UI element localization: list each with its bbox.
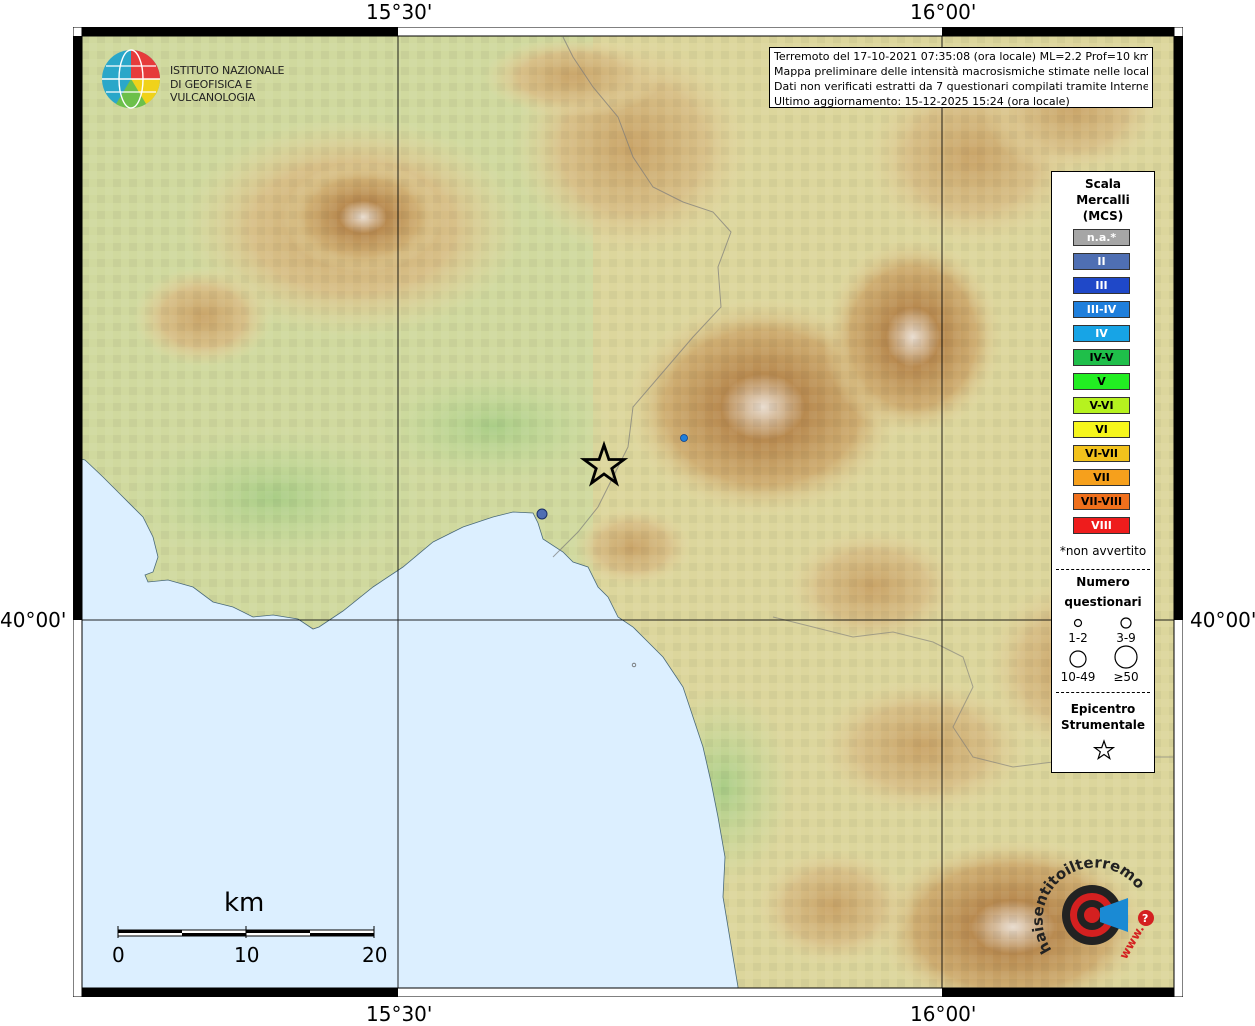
info-line-map: Mappa preliminare delle intensità macros… [774,65,1148,78]
questionnaires-title-line2: questionari [1064,595,1142,609]
scale-bar: km 0 10 20 [100,888,400,968]
globe-icon [102,49,161,109]
scale-tick-20: 20 [362,943,388,967]
longitude-label-top-left: 15°30' [366,0,433,24]
institute-name-line1: ISTITUTO NAZIONALE [170,64,285,77]
hsit-logo[interactable]: haisentitoilterremoto.it ? www. [1025,836,1170,980]
legend-title-line3: (MCS) [1082,209,1124,223]
legend-star-icon [1093,739,1115,760]
observation-point-2[interactable] [536,508,548,520]
epicenter-title-line1: Epicentro [1070,702,1136,716]
mcs-scale-item: III [1073,277,1130,294]
mcs-scale-item: VII [1073,469,1130,486]
info-line-data: Dati non verificati estratti da 7 questi… [774,80,1148,93]
scale-tick-10: 10 [234,943,260,967]
size-10-49-icon [1069,650,1087,668]
not-felt-note: *non avvertito [1059,544,1147,558]
ingv-logo: ISTITUTO NAZIONALE DI GEOFISICA E VULCAN… [100,48,310,109]
legend-divider-2 [1056,692,1150,693]
longitude-label-top-right: 16°00' [910,0,977,24]
mcs-scale-item: II [1073,253,1130,270]
institute-name-line2: DI GEOFISICA E VULCANOLOGIA [170,78,256,104]
scale-unit: km [224,888,265,918]
intensity-map[interactable] [73,27,1183,997]
mcs-scale-item: V [1073,373,1130,390]
mcs-scale-item: n.a.* [1073,229,1130,246]
size-3-9-icon [1120,617,1132,629]
size-1-2-icon [1073,618,1083,628]
longitude-label-bottom-right: 16°00' [910,1002,977,1026]
mcs-scale-item: VII-VIII [1073,493,1130,510]
svg-text:?: ? [1142,912,1148,925]
legend-title-line1: Scala [1084,177,1122,191]
info-line-update: Ultimo aggiornamento: 15-12-2025 15:24 (… [774,95,1070,108]
size-label-3-9: 3-9 [1116,631,1136,645]
info-line-event: Terremoto del 17-10-2021 07:35:08 (ora l… [774,50,1148,63]
size-50-icon [1114,645,1138,669]
latitude-label-right: 40°00' [1190,608,1255,632]
scale-tick-0: 0 [112,943,125,967]
mcs-scale-item: VI [1073,421,1130,438]
observation-point-1[interactable] [680,434,688,442]
mcs-scale-item: VIII [1073,517,1130,534]
size-label-50: ≥50 [1113,670,1139,684]
mcs-scale-item: III-IV [1073,301,1130,318]
legend-divider-1 [1056,569,1150,570]
mcs-scale-item: VI-VII [1073,445,1130,462]
latitude-label-left: 40°00' [0,608,67,632]
mcs-scale-item: IV [1073,325,1130,342]
scale-bar-graphic [117,926,375,938]
earthquake-info-box: Terremoto del 17-10-2021 07:35:08 (ora l… [769,47,1153,108]
legend-panel: Scala Mercalli (MCS) n.a.* II III III-IV IV I… [1051,171,1155,773]
longitude-label-bottom-left: 15°30' [366,1002,433,1026]
epicenter-title-line2: Strumentale [1060,718,1146,732]
questionnaires-title-line1: Numero [1076,575,1130,589]
legend-title-line2: Mercalli [1076,193,1130,207]
hsit-target-icon: haisentitoilterremoto.it ? www. [1025,836,1154,962]
size-label-10-49: 10-49 [1060,670,1096,684]
mcs-scale-item: IV-V [1073,349,1130,366]
mcs-scale-item: V-VI [1073,397,1130,414]
size-label-1-2: 1-2 [1068,631,1088,645]
